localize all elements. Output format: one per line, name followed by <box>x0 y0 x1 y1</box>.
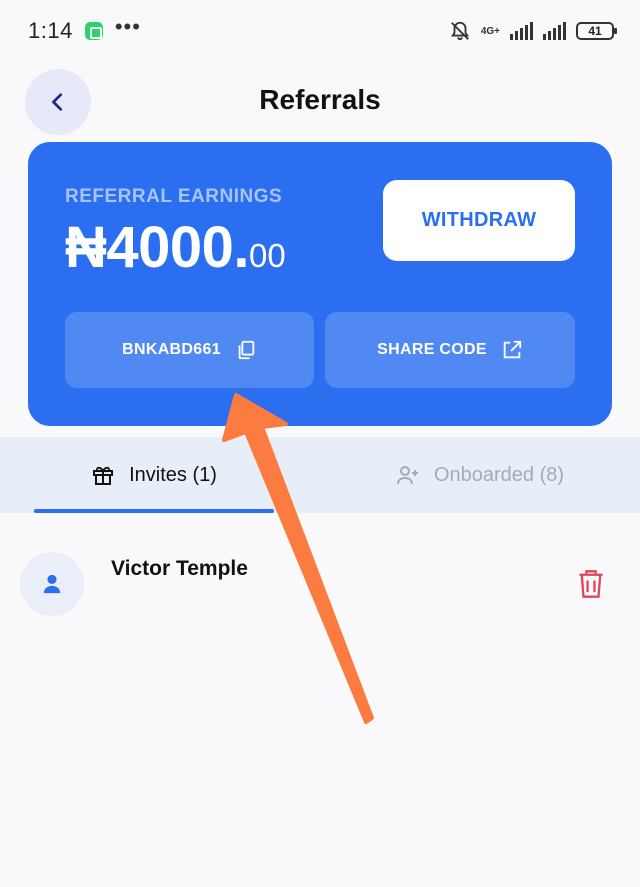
header: Referrals <box>0 62 640 142</box>
referral-code: BNKABD661 <box>122 341 221 358</box>
tab-onboarded[interactable]: Onboarded (8) <box>360 437 600 513</box>
earnings-amount-main: ₦4000. <box>65 215 250 280</box>
withdraw-button[interactable]: WITHDRAW <box>383 180 575 261</box>
network-type: 4G+ <box>480 25 500 37</box>
user-icon <box>43 574 61 594</box>
earnings-amount-cents: 00 <box>249 237 286 274</box>
user-plus-icon <box>396 466 418 485</box>
gift-icon <box>93 466 114 485</box>
tab-invites[interactable]: Invites (1) <box>34 437 274 513</box>
invitee-name: Victor Temple <box>111 557 248 580</box>
earnings-label: REFERRAL EARNINGS <box>65 186 283 207</box>
battery-icon: 41 <box>576 22 617 40</box>
copy-referral-code-button[interactable]: BNKABD661 <box>65 312 314 388</box>
share-code-button[interactable]: SHARE CODE <box>325 312 575 388</box>
tab-invites-label: Invites (1) <box>129 463 217 486</box>
page-title: Referrals <box>259 84 381 115</box>
bell-muted-icon <box>450 21 469 41</box>
app-notification-icon <box>84 22 103 40</box>
signal-strength-2-icon <box>543 22 566 40</box>
share-code-label: SHARE CODE <box>377 341 487 358</box>
status-bar-right: 4G+ 41 <box>449 20 617 42</box>
signal-strength-icon <box>510 22 533 40</box>
trash-icon <box>579 570 603 598</box>
earnings-amount: ₦4000.00 <box>65 214 286 281</box>
list-item[interactable]: Victor Temple <box>0 545 640 625</box>
copy-icon <box>238 340 255 360</box>
external-link-icon <box>503 340 522 359</box>
avatar <box>20 552 84 616</box>
delete-invite-button[interactable] <box>574 567 608 601</box>
status-time: 1:14 <box>28 18 73 43</box>
tab-onboarded-label: Onboarded (8) <box>433 463 565 486</box>
status-bar-left: 1:14 ••• <box>28 14 141 44</box>
active-tab-indicator <box>34 509 274 513</box>
referral-tabs: Invites (1) Onboarded (8) <box>0 437 640 513</box>
referral-earnings-card: REFERRAL EARNINGS ₦4000.00 WITHDRAW BNKA… <box>28 142 612 426</box>
more-notifications-icon: ••• <box>114 14 141 39</box>
status-bar: 1:14 ••• 4G+ 41 <box>0 0 640 62</box>
